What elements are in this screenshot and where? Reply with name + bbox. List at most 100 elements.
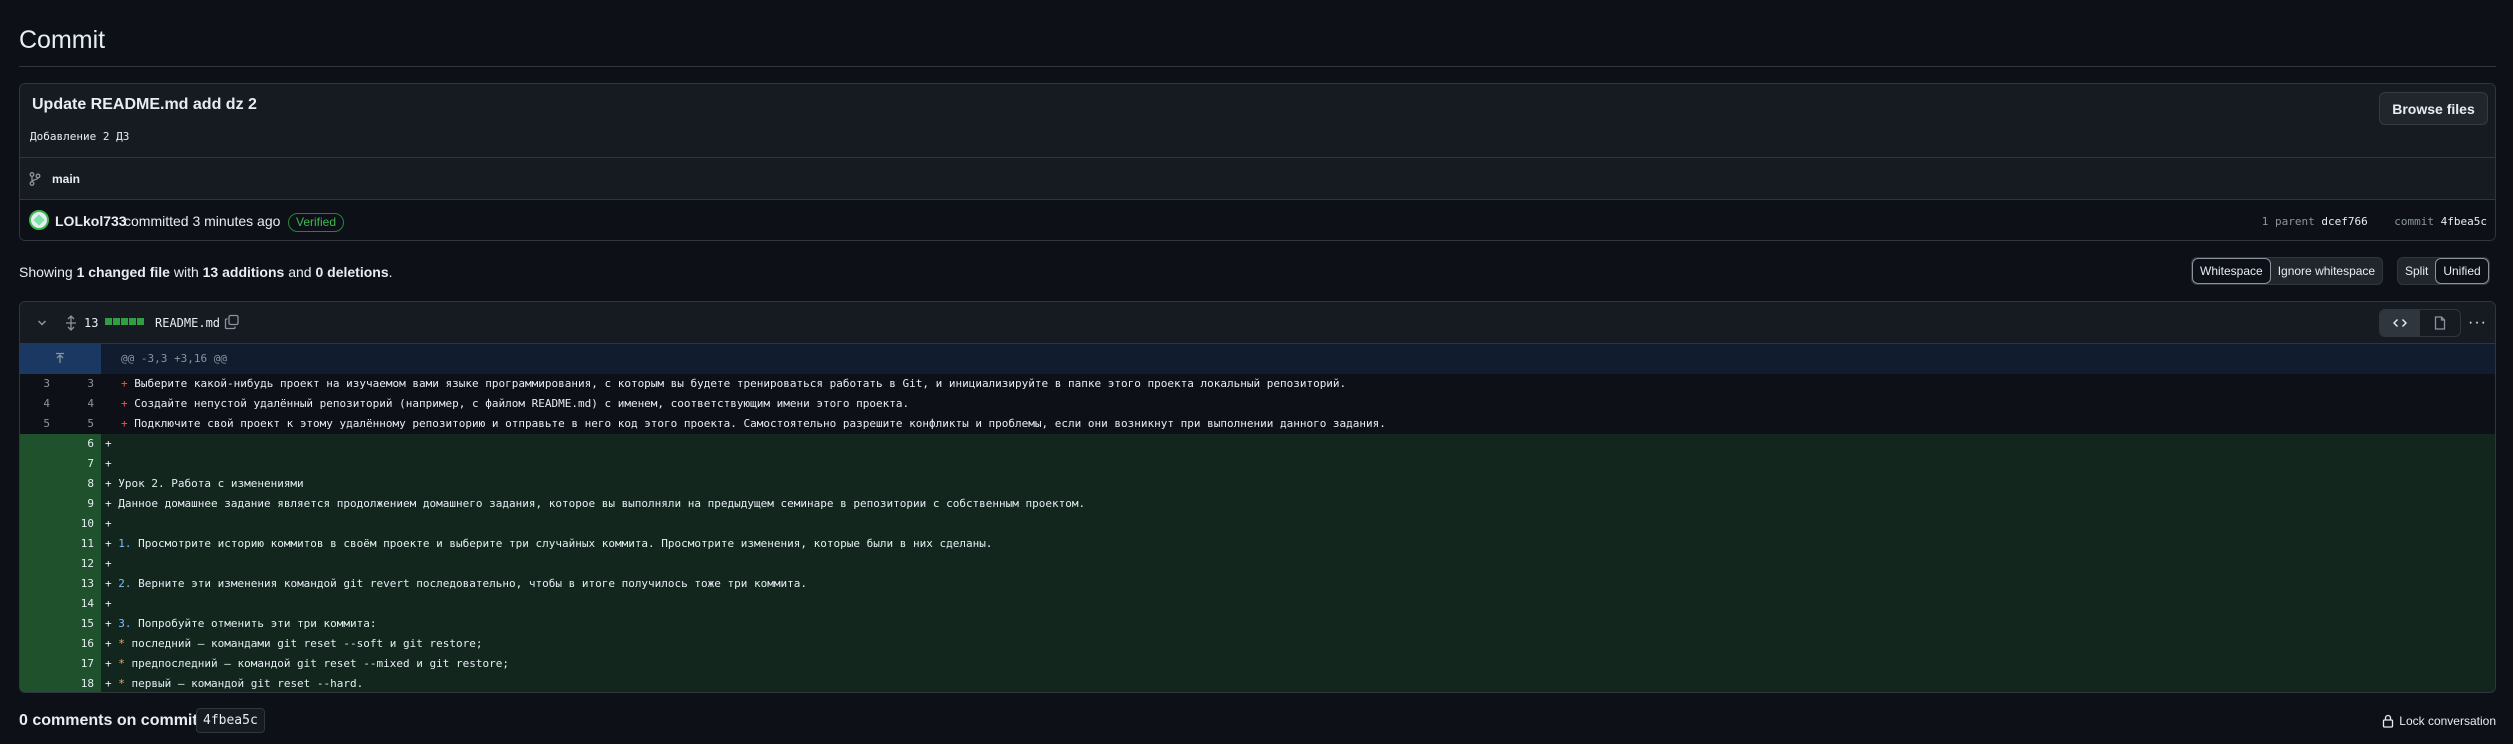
diff-marker: + xyxy=(105,677,119,690)
line-text: Данное домашнее задание является продолж… xyxy=(118,497,1086,510)
new-line-number[interactable]: 7 xyxy=(64,454,94,474)
line-text: Верните эти изменения командой git rever… xyxy=(131,577,808,590)
browse-files-button[interactable]: Browse files xyxy=(2379,92,2488,125)
new-line-number[interactable]: 6 xyxy=(64,434,94,454)
new-line-number[interactable]: 5 xyxy=(64,414,94,434)
diff-marker: + xyxy=(105,637,119,650)
new-line-number[interactable]: 9 xyxy=(64,494,94,514)
diff-marker: + xyxy=(105,517,119,530)
line-text: Попробуйте отменить эти три коммита: xyxy=(131,617,377,630)
old-line-number[interactable]: 3 xyxy=(20,374,50,394)
diffstat-bar xyxy=(105,318,144,325)
comments-heading: 0 comments on commit xyxy=(19,712,198,729)
author-link[interactable]: LOLkol733 xyxy=(55,213,127,229)
line-content: + * первый — командой git reset --hard. xyxy=(105,674,363,692)
lock-label: Lock conversation xyxy=(2399,714,2496,728)
diff-lines: @@ -3,3 +3,16 @@ 3 3 + Выберите какой-нибу… xyxy=(20,344,2495,692)
line-numbers: 17 xyxy=(20,654,101,674)
line-text: Подключите свой проект к этому удалённом… xyxy=(134,417,1386,430)
new-line-number[interactable]: 8 xyxy=(64,474,94,494)
additions-count: 13 additions xyxy=(202,264,285,280)
commit-label: commit xyxy=(2394,215,2435,228)
kebab-menu-icon[interactable]: ··· xyxy=(2468,314,2487,332)
new-line-number[interactable]: 4 xyxy=(64,394,94,414)
commit-title: Update README.md add dz 2 xyxy=(32,96,257,113)
line-numbers: 18 xyxy=(20,674,101,692)
new-line-number[interactable]: 11 xyxy=(64,534,94,554)
line-content: + Подключите свой проект к этому удалённ… xyxy=(121,414,1386,434)
new-line-number[interactable]: 16 xyxy=(64,634,94,654)
line-text: Создайте непустой удалённый репозиторий … xyxy=(134,397,910,410)
line-content: + 2. Верните эти изменения командой git … xyxy=(105,574,807,594)
diff-marker: + xyxy=(105,657,119,670)
diff-marker: + xyxy=(105,557,119,570)
divider xyxy=(19,66,2496,67)
changed-files-count: 1 changed file xyxy=(76,264,170,280)
list-number: 2. xyxy=(118,577,132,590)
line-numbers: 55 xyxy=(20,414,101,434)
avatar[interactable] xyxy=(29,210,49,230)
branch-name[interactable]: main xyxy=(52,172,80,186)
file-view-button[interactable] xyxy=(2420,310,2460,336)
change-count: 13 xyxy=(84,316,99,330)
whitespace-button[interactable]: Whitespace xyxy=(2192,258,2271,284)
line-text: Урок 2. Работа с изменениями xyxy=(118,477,304,490)
line-text: последний — командами git reset --soft и… xyxy=(124,637,483,650)
new-line-number[interactable]: 13 xyxy=(64,574,94,594)
ignore-whitespace-button[interactable]: Ignore whitespace xyxy=(2271,258,2382,284)
new-line-number[interactable]: 15 xyxy=(64,614,94,634)
line-content: + xyxy=(105,594,118,614)
expand-up-icon[interactable] xyxy=(53,352,67,366)
line-numbers: 33 xyxy=(20,374,101,394)
file-icon xyxy=(2434,316,2446,330)
file-view-toggle xyxy=(2379,309,2461,337)
lock-icon xyxy=(2383,714,2394,728)
chevron-down-icon[interactable] xyxy=(37,318,47,328)
line-content: + Данное домашнее задание является продо… xyxy=(105,494,1085,514)
hunk-header: @@ -3,3 +3,16 @@ xyxy=(20,344,2495,374)
list-bullet: * xyxy=(118,677,125,690)
diff-summary: Showing 1 changed file with 13 additions… xyxy=(19,264,393,280)
diff-marker: + xyxy=(105,597,119,610)
line-content: + Выберите какой-нибудь проект на изучае… xyxy=(121,374,1346,394)
verified-badge[interactable]: Verified xyxy=(288,213,345,232)
commit-sha: 4fbea5c xyxy=(2440,215,2487,228)
summary-with: with xyxy=(173,264,199,280)
file-name-link[interactable]: README.md xyxy=(155,316,220,330)
line-numbers: 7 xyxy=(20,454,101,474)
expand-up-cell[interactable] xyxy=(20,344,101,374)
old-line-number[interactable]: 5 xyxy=(20,414,50,434)
line-content: + xyxy=(105,454,118,474)
hunk-text: @@ -3,3 +3,16 @@ xyxy=(121,352,227,365)
added-line: 8 + Урок 2. Работа с изменениями xyxy=(20,474,2495,494)
copy-icon[interactable] xyxy=(224,314,240,330)
old-line-number[interactable]: 4 xyxy=(20,394,50,414)
parent-sha-link[interactable]: dcef766 xyxy=(2321,215,2367,228)
line-numbers: 16 xyxy=(20,634,101,654)
line-text: Выберите какой-нибудь проект на изучаемо… xyxy=(134,377,1347,390)
new-line-number[interactable]: 17 xyxy=(64,654,94,674)
page-title: Commit xyxy=(19,26,106,54)
line-content: + xyxy=(105,554,118,574)
comment-commit-sha: 4fbea5c xyxy=(196,708,265,733)
diff-marker: + xyxy=(105,437,119,450)
new-line-number[interactable]: 3 xyxy=(64,374,94,394)
new-line-number[interactable]: 18 xyxy=(64,674,94,692)
new-line-number[interactable]: 10 xyxy=(64,514,94,534)
code-view-button[interactable] xyxy=(2380,310,2420,336)
split-button[interactable]: Split xyxy=(2398,258,2435,284)
expand-all-icon[interactable] xyxy=(64,315,78,331)
added-line: 6 + xyxy=(20,434,2495,454)
lock-conversation-button[interactable]: Lock conversation xyxy=(2382,714,2496,728)
diff-view-toggle: Split Unified xyxy=(2397,257,2490,285)
file-diff: 13 README.md ··· @@ -3,3 +3,16 @@ 3 3 + … xyxy=(19,301,2496,693)
new-line-number[interactable]: 14 xyxy=(64,594,94,614)
line-content: + xyxy=(105,434,118,454)
new-line-number[interactable]: 12 xyxy=(64,554,94,574)
diff-marker: + xyxy=(105,537,119,550)
diff-marker: + xyxy=(105,477,119,490)
added-line: 14 + xyxy=(20,594,2495,614)
unified-button[interactable]: Unified xyxy=(2435,258,2489,284)
commit-header: Update README.md add dz 2 Добавление 2 Д… xyxy=(20,84,2495,157)
commit-description: Добавление 2 ДЗ xyxy=(30,130,130,143)
